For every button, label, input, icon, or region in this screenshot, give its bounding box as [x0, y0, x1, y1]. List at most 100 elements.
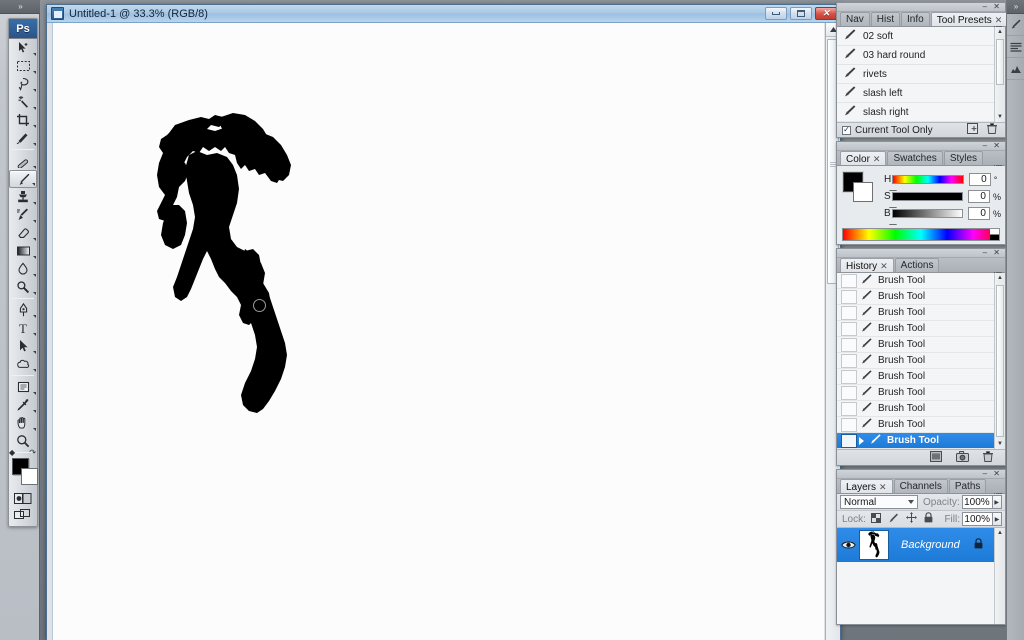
tab-color[interactable]: Color ✕ [840, 151, 887, 165]
new-tool-preset-icon[interactable] [967, 123, 978, 137]
type-tool[interactable]: T [9, 319, 37, 337]
healing-brush-tool[interactable] [9, 152, 37, 170]
move-tool[interactable] [9, 39, 37, 57]
history-state-row[interactable]: Brush Tool [837, 305, 1005, 321]
tab-history-close-icon[interactable]: ✕ [880, 261, 888, 271]
history-state-row-selected[interactable]: Brush Tool [837, 433, 1005, 449]
clone-stamp-tool[interactable] [9, 188, 37, 206]
history-state-row[interactable]: Brush Tool [837, 369, 1005, 385]
history-snapshot-box[interactable] [841, 417, 857, 432]
tool-preset-item[interactable]: slash right [837, 103, 1005, 122]
eraser-tool[interactable] [9, 224, 37, 242]
color-panel-header[interactable]: – ✕ [837, 141, 1005, 151]
color-spectrum-ramp[interactable] [842, 228, 1000, 241]
hue-value-field[interactable]: 0 [968, 173, 991, 186]
background-color-swatch[interactable] [21, 468, 38, 485]
tab-navigator[interactable]: Nav [840, 12, 870, 26]
tool-preset-item[interactable]: 03 hard round [837, 46, 1005, 65]
history-state-row[interactable]: Brush Tool [837, 337, 1005, 353]
delete-state-icon[interactable] [983, 450, 993, 465]
magic-wand-tool[interactable] [9, 93, 37, 111]
history-snapshot-box[interactable] [841, 305, 857, 320]
gradient-tool[interactable] [9, 242, 37, 260]
history-state-row[interactable]: Brush Tool [837, 289, 1005, 305]
tool-presets-scrollbar[interactable]: ▲ ▼ [994, 27, 1005, 122]
new-snapshot-icon[interactable] [956, 450, 969, 465]
history-brush-tool[interactable] [9, 206, 37, 224]
tool-presets-scroll-up-icon[interactable]: ▲ [995, 27, 1005, 37]
path-selection-tool[interactable] [9, 337, 37, 355]
crop-tool[interactable] [9, 111, 37, 129]
brightness-slider-thumb[interactable] [889, 218, 898, 224]
tool-preset-item[interactable]: rivets [837, 65, 1005, 84]
tab-swatches[interactable]: Swatches [887, 151, 943, 165]
canvas[interactable] [52, 23, 824, 640]
layers-scrollbar[interactable]: ▲ [994, 528, 1005, 624]
history-snapshot-box[interactable] [841, 433, 857, 448]
slice-tool[interactable] [9, 129, 37, 147]
tab-styles[interactable]: Styles [943, 151, 984, 165]
edge-histogram-icon[interactable] [1007, 58, 1024, 80]
lasso-tool[interactable] [9, 75, 37, 93]
history-snapshot-box[interactable] [841, 353, 857, 368]
history-panel-header[interactable]: – ✕ [837, 248, 1005, 258]
history-snapshot-box[interactable] [841, 273, 857, 288]
current-tool-only-checkbox[interactable]: ✓ [842, 125, 851, 135]
maximize-button[interactable] [790, 7, 812, 20]
layers-list[interactable]: Background ▲ [837, 528, 1005, 624]
tab-color-close-icon[interactable]: ✕ [873, 154, 881, 164]
history-snapshot-box[interactable] [841, 401, 857, 416]
tool-presets-list[interactable]: 02 soft 03 hard round rivets slash left [837, 27, 1005, 122]
tool-preset-item[interactable]: slash left [837, 84, 1005, 103]
brightness-value-field[interactable]: 0 [968, 207, 990, 220]
document-title-bar[interactable]: Untitled-1 @ 33.3% (RGB/8) ✕ [47, 5, 840, 23]
tab-channels[interactable]: Channels [893, 479, 948, 493]
history-scroll-down-icon[interactable]: ▼ [995, 439, 1005, 449]
lock-image-pixels-icon[interactable] [888, 513, 899, 526]
opacity-field[interactable]: 100% [961, 495, 993, 509]
blur-tool[interactable] [9, 260, 37, 278]
tool-preset-item[interactable]: 02 soft [837, 27, 1005, 46]
custom-shape-tool[interactable] [9, 355, 37, 373]
tab-info[interactable]: Info [901, 12, 930, 26]
left-rail-collapse-button[interactable]: » [0, 0, 40, 14]
layer-visibility-eye-icon[interactable] [837, 540, 859, 550]
layers-header-buttons[interactable]: – ✕ [983, 469, 1002, 478]
tool-presets-header-buttons[interactable]: – ✕ [983, 2, 1002, 11]
tab-history[interactable]: History ✕ [840, 258, 894, 272]
history-scroll-up-icon[interactable]: ▲ [995, 273, 1005, 283]
lock-all-icon[interactable] [924, 512, 933, 526]
edge-brushes-icon[interactable] [1007, 14, 1024, 36]
close-button[interactable]: ✕ [815, 7, 837, 20]
history-scroll-thumb[interactable] [996, 285, 1004, 437]
color-header-buttons[interactable]: – ✕ [983, 141, 1002, 150]
history-header-buttons[interactable]: – ✕ [983, 248, 1002, 257]
brightness-slider-track[interactable] [889, 209, 964, 224]
layer-name[interactable]: Background [901, 539, 960, 551]
history-state-row[interactable]: Brush Tool [837, 401, 1005, 417]
minimize-button[interactable] [765, 7, 787, 20]
history-state-row[interactable]: Brush Tool [837, 385, 1005, 401]
eyedropper-tool[interactable] [9, 396, 37, 414]
history-state-row[interactable]: Brush Tool [837, 321, 1005, 337]
tab-histogram[interactable]: Hist [870, 12, 901, 26]
screen-mode-button[interactable] [9, 506, 37, 522]
canvas-area[interactable] [47, 23, 840, 640]
history-state-row[interactable]: Brush Tool [837, 417, 1005, 433]
saturation-value-field[interactable]: 0 [968, 190, 990, 203]
tool-presets-panel-header[interactable]: – ✕ [837, 2, 1005, 12]
dodge-tool[interactable] [9, 278, 37, 296]
delete-tool-preset-icon[interactable] [987, 123, 997, 137]
layer-row-background[interactable]: Background [837, 528, 1005, 562]
lock-transparent-pixels-icon[interactable] [870, 512, 881, 526]
opacity-stepper[interactable]: ▶ [992, 495, 1002, 509]
tool-presets-scroll-thumb[interactable] [996, 39, 1004, 85]
saturation-slider-track[interactable] [889, 192, 964, 207]
layer-thumbnail[interactable] [859, 530, 889, 560]
history-snapshot-box[interactable] [841, 321, 857, 336]
history-scrollbar[interactable]: ▲ ▼ [994, 273, 1005, 449]
tab-layers-close-icon[interactable]: ✕ [879, 482, 887, 492]
tool-presets-scroll-down-icon[interactable]: ▼ [995, 112, 1005, 122]
history-states-list[interactable]: Brush Tool Brush Tool Brush Tool Brush T… [837, 273, 1005, 449]
color-background-swatch[interactable] [853, 182, 873, 202]
